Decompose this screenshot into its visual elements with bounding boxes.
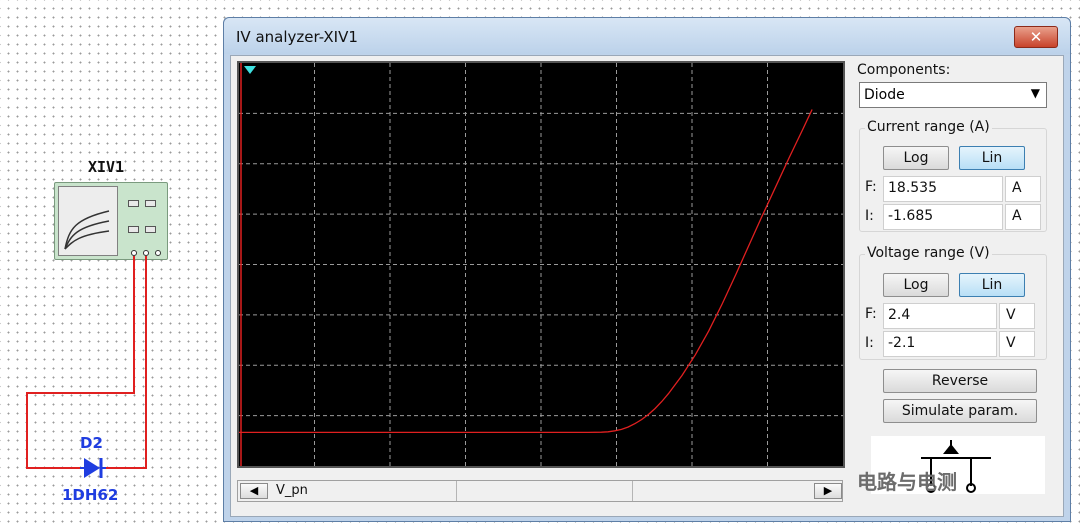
iv-curve-series-0 <box>239 109 813 434</box>
iv-analyzer-window: IV analyzer-XIV1 ✕ ◀ V_pn ▶ Components: … <box>223 17 1071 522</box>
wire[interactable] <box>145 256 147 469</box>
scroll-right-button[interactable]: ▶ <box>814 483 842 499</box>
current-initial-unit[interactable]: A <box>1005 204 1041 230</box>
instrument-button-icon <box>128 200 139 207</box>
scroll-left-button[interactable]: ◀ <box>240 483 268 499</box>
readout-bar: ◀ V_pn ▶ <box>237 480 843 502</box>
voltage-log-button[interactable]: Log <box>883 273 949 297</box>
voltage-initial-input[interactable]: -2.1 <box>883 331 997 357</box>
voltage-final-input[interactable]: 2.4 <box>883 303 997 329</box>
current-log-button[interactable]: Log <box>883 146 949 170</box>
current-final-input[interactable]: 18.535 <box>883 176 1003 202</box>
voltage-initial-prefix: I: <box>865 335 874 351</box>
components-label: Components: <box>857 62 951 78</box>
wire[interactable] <box>133 256 135 394</box>
instrument-button-icon <box>128 226 139 233</box>
instrument-screen-icon <box>58 186 118 256</box>
wire[interactable] <box>26 467 82 469</box>
diode-model: 1DH62 <box>62 486 119 504</box>
watermark-text: 电路与电测 <box>857 470 957 494</box>
wire[interactable] <box>26 392 135 394</box>
voltage-lin-button[interactable]: Lin <box>959 273 1025 297</box>
diode-reference: D2 <box>80 434 103 452</box>
wire[interactable] <box>104 467 147 469</box>
close-button[interactable]: ✕ <box>1014 26 1058 48</box>
current-range-label: Current range (A) <box>865 119 992 135</box>
voltage-final-prefix: F: <box>865 306 877 322</box>
window-title: IV analyzer-XIV1 <box>236 28 358 46</box>
reverse-button[interactable]: Reverse <box>883 369 1037 393</box>
iv-plot[interactable] <box>237 61 845 468</box>
current-initial-input[interactable]: -1.685 <box>883 204 1003 230</box>
instrument-button-icon <box>145 226 156 233</box>
divider <box>456 481 457 501</box>
window-client: ◀ V_pn ▶ Components: Diode ▼ Current ran… <box>230 55 1064 517</box>
current-initial-prefix: I: <box>865 208 874 224</box>
wire[interactable] <box>26 392 28 468</box>
voltage-final-unit[interactable]: V <box>999 303 1035 329</box>
components-selected: Diode <box>864 87 905 103</box>
current-lin-button[interactable]: Lin <box>959 146 1025 170</box>
iv-plot-svg <box>239 63 843 466</box>
instrument-label: XIV1 <box>88 158 125 176</box>
components-dropdown[interactable]: Diode ▼ <box>859 82 1047 108</box>
voltage-range-label: Voltage range (V) <box>865 245 992 261</box>
readout-label: V_pn <box>276 483 308 498</box>
divider <box>632 481 633 501</box>
instrument-button-icon <box>145 200 156 207</box>
title-bar[interactable]: IV analyzer-XIV1 ✕ <box>224 18 1070 54</box>
chevron-down-icon: ▼ <box>1030 86 1040 100</box>
diode-symbol-icon[interactable] <box>80 456 106 484</box>
current-final-unit[interactable]: A <box>1005 176 1041 202</box>
instrument-terminal[interactable] <box>155 250 161 256</box>
voltage-initial-unit[interactable]: V <box>999 331 1035 357</box>
current-final-prefix: F: <box>865 179 877 195</box>
simulate-param-button[interactable]: Simulate param. <box>883 399 1037 423</box>
